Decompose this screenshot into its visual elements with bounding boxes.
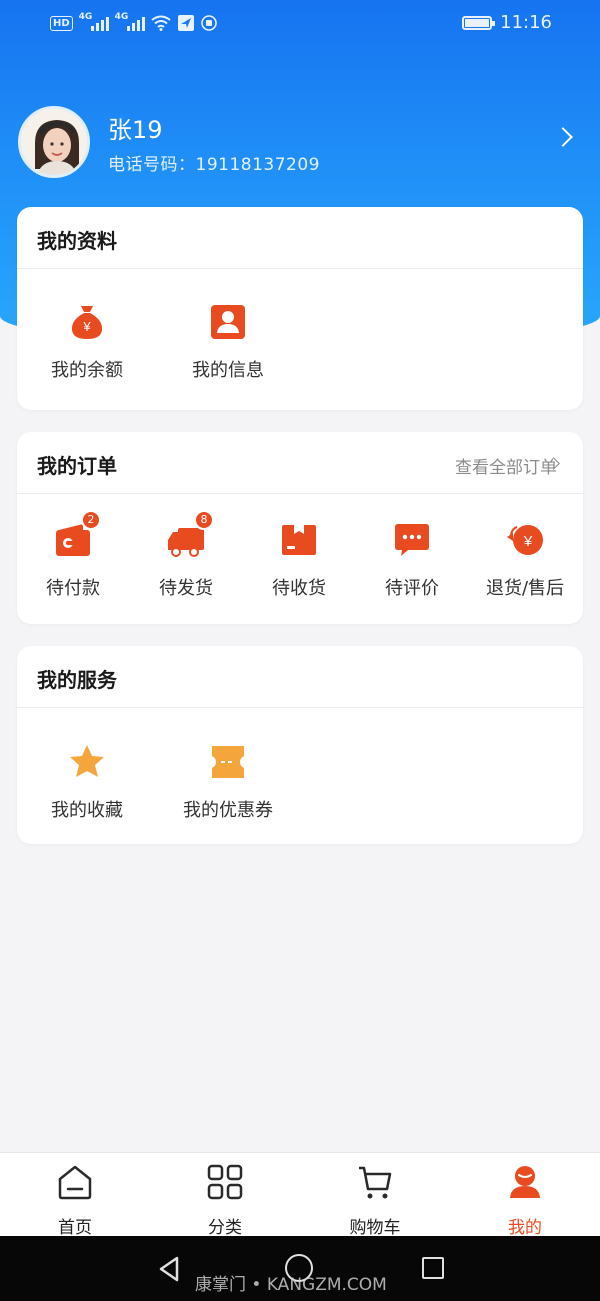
card-title: 我的资料 xyxy=(37,229,117,253)
bottom-tab-bar: 首页 分类 购物车 我的 xyxy=(0,1152,600,1238)
profile-row[interactable]: 张19 电话号码：19118137209 xyxy=(18,106,578,182)
person-icon xyxy=(510,1166,540,1198)
package-icon xyxy=(282,525,316,555)
pending-payment-label: 待付款 xyxy=(46,578,100,599)
tab-home[interactable]: 首页 xyxy=(25,1163,125,1238)
my-services-card: 我的服务 我的收藏 我的优惠券 xyxy=(17,646,583,844)
pending-receipt-label: 待收货 xyxy=(272,578,326,599)
info-item[interactable]: 我的信息 xyxy=(173,302,283,382)
card-title: 我的服务 xyxy=(37,668,117,692)
card-header: 我的订单 查看全部订单 xyxy=(17,432,583,494)
tab-category[interactable]: 分类 xyxy=(175,1163,275,1238)
home-icon xyxy=(58,1165,92,1200)
chevron-right-icon[interactable] xyxy=(553,127,573,147)
svg-text:¥: ¥ xyxy=(523,533,533,550)
money-bag-icon: ¥ xyxy=(71,306,103,339)
pending-receipt-item[interactable]: 待收货 xyxy=(244,520,354,600)
battery-icon xyxy=(462,15,496,30)
tab-mine-label: 我的 xyxy=(508,1218,542,1238)
cart-icon xyxy=(359,1166,392,1199)
signal-icon: 4G xyxy=(78,12,109,31)
wifi-icon xyxy=(151,15,171,31)
my-profile-card: 我的资料 ¥ 我的余额 我的信息 xyxy=(17,207,583,410)
tab-mine[interactable]: 我的 xyxy=(475,1163,575,1238)
coupons-label: 我的优惠券 xyxy=(183,800,273,821)
user-name: 张19 xyxy=(108,116,163,144)
my-orders-card: 我的订单 查看全部订单 2 待付款 8 待发货 待收货 待评价 ¥ 退货/售后 xyxy=(17,432,583,624)
card-title: 我的订单 xyxy=(37,454,117,478)
tab-home-label: 首页 xyxy=(58,1218,92,1238)
network-type-label: 4G xyxy=(78,12,93,22)
app-notification-icon xyxy=(200,15,217,31)
pending-shipment-item[interactable]: 8 待发货 xyxy=(131,510,241,600)
tab-category-label: 分类 xyxy=(208,1218,242,1238)
refund-label: 退货/售后 xyxy=(485,578,565,599)
card-header: 我的服务 xyxy=(17,646,583,708)
tab-cart[interactable]: 购物车 xyxy=(325,1163,425,1238)
recent-apps-icon[interactable] xyxy=(422,1257,444,1279)
network-type-label: 4G xyxy=(114,12,129,22)
avatar[interactable] xyxy=(18,106,90,178)
refund-item[interactable]: ¥ 退货/售后 xyxy=(470,520,580,600)
info-label: 我的信息 xyxy=(192,360,264,381)
star-icon xyxy=(70,745,104,777)
coupons-item[interactable]: 我的优惠券 xyxy=(173,742,283,822)
user-phone: 电话号码：19118137209 xyxy=(108,155,320,175)
status-time: 11:16 xyxy=(500,12,552,33)
comment-icon xyxy=(395,524,429,556)
pending-payment-item[interactable]: 2 待付款 xyxy=(18,510,128,600)
tab-cart-label: 购物车 xyxy=(349,1218,401,1238)
favorites-label: 我的收藏 xyxy=(51,800,123,821)
pending-review-label: 待评价 xyxy=(385,578,439,599)
send-icon xyxy=(177,15,194,31)
back-icon[interactable] xyxy=(157,1256,181,1282)
pending-shipment-badge: 8 xyxy=(194,510,214,530)
card-header: 我的资料 xyxy=(17,207,583,269)
signal-icon: 4G xyxy=(114,12,145,31)
favorites-item[interactable]: 我的收藏 xyxy=(32,742,142,822)
user-card-icon xyxy=(211,305,245,339)
svg-text:¥: ¥ xyxy=(82,319,91,334)
refund-icon: ¥ xyxy=(507,525,543,555)
pending-shipment-label: 待发货 xyxy=(159,578,213,599)
watermark: 康掌门 • KANGZM.COM xyxy=(195,1275,387,1295)
view-all-orders-link[interactable]: 查看全部订单 xyxy=(455,453,557,478)
balance-item[interactable]: ¥ 我的余额 xyxy=(32,302,142,382)
coupon-icon xyxy=(212,746,244,778)
balance-label: 我的余额 xyxy=(51,360,123,381)
system-nav-bar: 康掌门 • KANGZM.COM xyxy=(0,1236,600,1301)
pending-payment-badge: 2 xyxy=(81,510,101,530)
status-bar: HD 4G 4G 11:16 xyxy=(0,0,600,48)
category-icon xyxy=(207,1164,243,1200)
hd-indicator: HD xyxy=(50,15,73,31)
pending-review-item[interactable]: 待评价 xyxy=(357,520,467,600)
